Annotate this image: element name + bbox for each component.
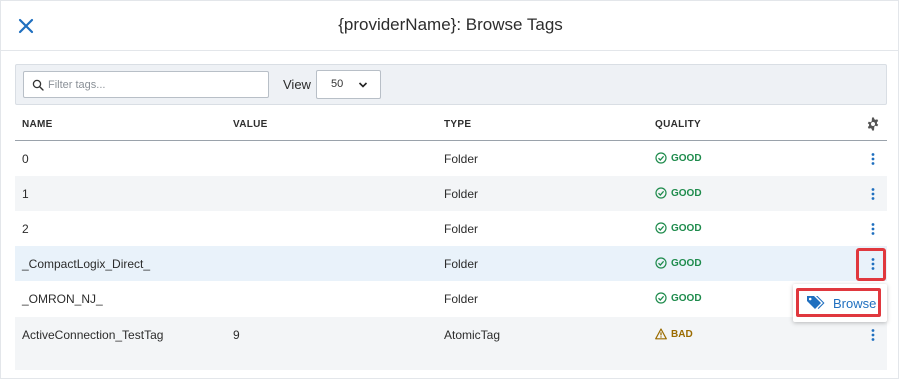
browse-tags-dialog: {providerName}: Browse Tags View 50 NAME… — [0, 0, 899, 379]
search-input[interactable] — [48, 75, 263, 94]
tag-icon — [807, 296, 825, 309]
view-label: View — [283, 77, 311, 92]
quality-badge: GOOD — [655, 292, 702, 304]
cell-name: 2 — [22, 222, 29, 236]
gear-icon[interactable] — [866, 117, 880, 131]
quality-label: GOOD — [671, 257, 702, 269]
quality-badge: GOOD — [655, 187, 702, 199]
quality-badge: GOOD — [655, 257, 702, 269]
more-options-icon[interactable] — [865, 186, 881, 202]
cell-type: Folder — [444, 152, 479, 166]
cell-type: AtomicTag — [444, 328, 501, 342]
cell-value: 9 — [233, 328, 240, 342]
quality-badge: GOOD — [655, 222, 702, 234]
browse-label: Browse — [833, 296, 877, 311]
cell-name: ActiveConnection_TestTag — [22, 328, 164, 342]
quality-label: GOOD — [671, 292, 702, 304]
quality-label: GOOD — [671, 222, 702, 234]
column-header-quality[interactable]: QUALITY — [655, 119, 701, 130]
check-circle-icon — [655, 292, 667, 304]
quality-label: BAD — [671, 328, 693, 340]
cell-type: Folder — [444, 257, 479, 271]
table-row[interactable]: 1 Folder GOOD — [15, 176, 887, 211]
more-options-icon[interactable] — [865, 327, 881, 343]
view-select-value: 50 — [331, 78, 344, 90]
table-header: NAME VALUE TYPE QUALITY — [15, 109, 887, 141]
table-row[interactable]: ActiveConnection_TestTag 9 AtomicTag BAD — [15, 317, 887, 352]
warning-icon — [655, 328, 667, 340]
check-circle-icon — [655, 222, 667, 234]
table-empty-row — [15, 352, 887, 370]
table-row[interactable]: 0 Folder GOOD — [15, 141, 887, 176]
quality-badge: BAD — [655, 328, 693, 340]
quality-label: GOOD — [671, 152, 702, 164]
search-box[interactable] — [23, 71, 269, 98]
view-select[interactable]: 50 — [316, 70, 381, 99]
search-icon — [32, 79, 44, 91]
cell-type: Folder — [444, 292, 479, 306]
check-circle-icon — [655, 257, 667, 269]
browse-menu-item[interactable]: Browse — [796, 288, 881, 317]
column-header-name[interactable]: NAME — [22, 119, 53, 130]
cell-name: 1 — [22, 187, 29, 201]
table-row[interactable]: _OMRON_NJ_ Folder GOOD — [15, 281, 887, 316]
chevron-down-icon — [358, 82, 368, 88]
table-row[interactable]: _CompactLogix_Direct_ Folder GOOD — [15, 246, 887, 281]
quality-badge: GOOD — [655, 152, 702, 164]
toolbar: View 50 — [15, 64, 887, 105]
cell-name: _OMRON_NJ_ — [22, 292, 103, 306]
cell-name: _CompactLogix_Direct_ — [22, 257, 151, 271]
cell-type: Folder — [444, 222, 479, 236]
check-circle-icon — [655, 187, 667, 199]
table-row[interactable]: 2 Folder GOOD — [15, 211, 887, 246]
row-context-menu: Browse — [793, 284, 887, 322]
cell-type: Folder — [444, 187, 479, 201]
more-options-icon[interactable] — [865, 221, 881, 237]
cell-name: 0 — [22, 152, 29, 166]
check-circle-icon — [655, 152, 667, 164]
column-header-value[interactable]: VALUE — [233, 119, 268, 130]
dialog-title: {providerName}: Browse Tags — [338, 15, 563, 34]
more-options-icon[interactable] — [865, 151, 881, 167]
dialog-header: {providerName}: Browse Tags — [1, 1, 899, 51]
column-header-type[interactable]: TYPE — [444, 119, 471, 130]
quality-label: GOOD — [671, 187, 702, 199]
highlighted-more-options — [856, 248, 886, 281]
